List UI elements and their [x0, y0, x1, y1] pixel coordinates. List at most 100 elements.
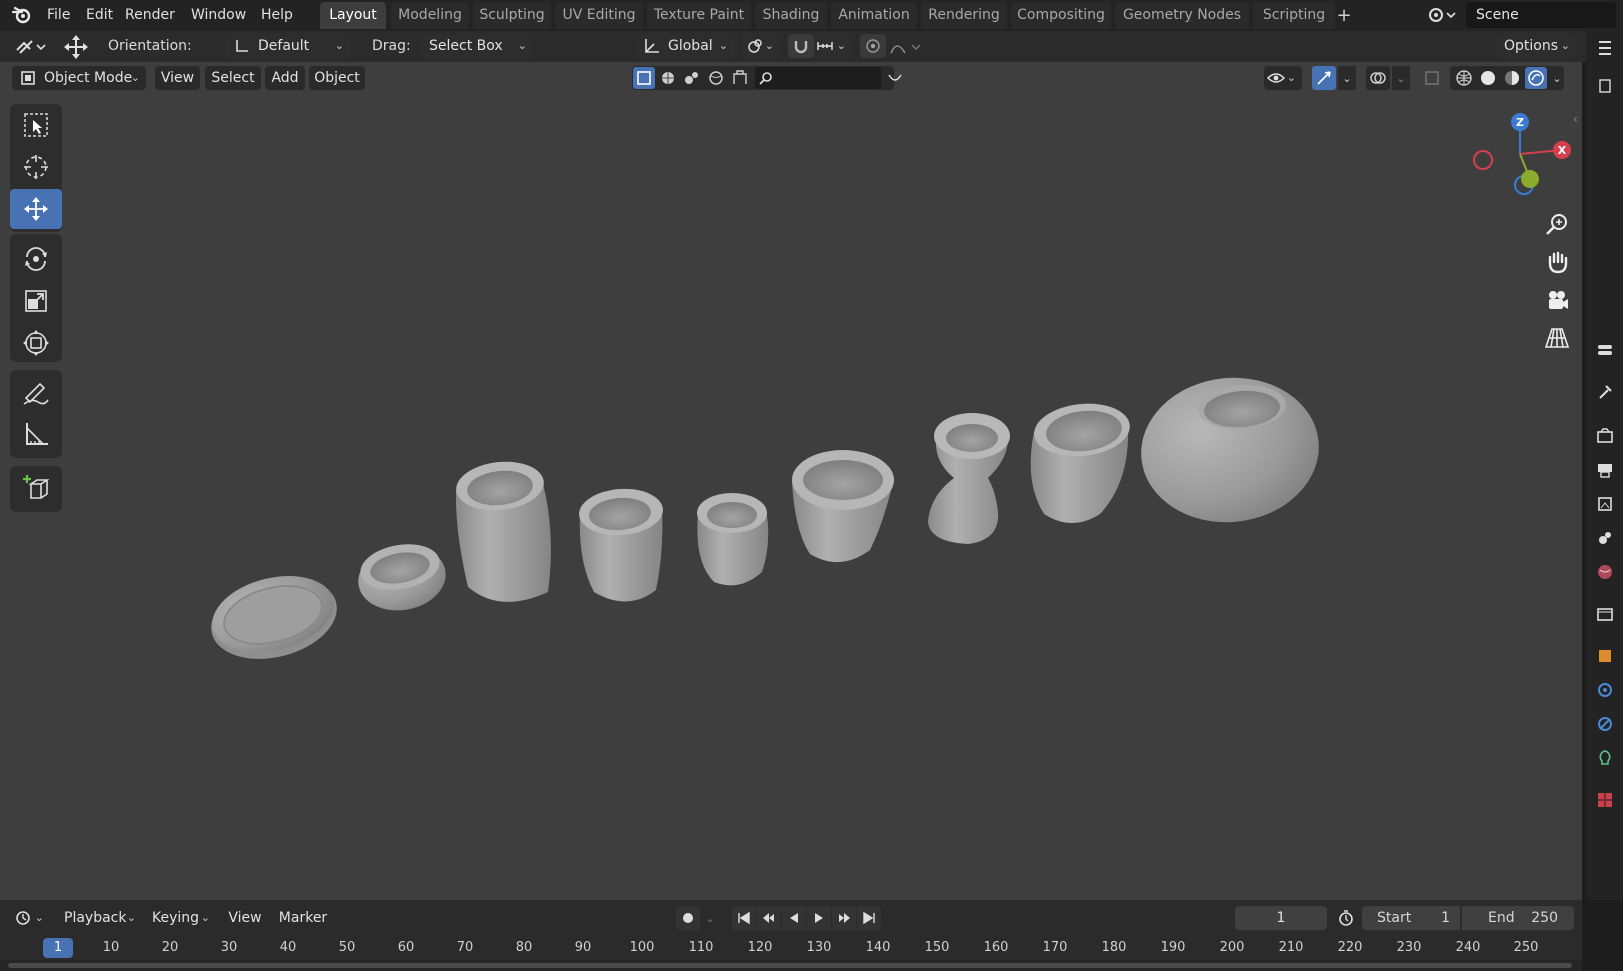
frame-tick: 30 — [220, 940, 238, 955]
menu-file[interactable]: File — [42, 4, 75, 26]
timeline-view-menu[interactable]: View — [222, 906, 268, 930]
record-button[interactable] — [676, 906, 700, 930]
snap-target-dropdown[interactable]: ⌄ — [814, 34, 852, 58]
tall-cup-object[interactable] — [454, 458, 551, 602]
playback-menu[interactable]: Playback ⌄ — [56, 906, 142, 930]
object-data-tab-icon[interactable] — [1591, 744, 1619, 772]
scene-tab-icon[interactable] — [1591, 524, 1619, 552]
small-cup-object[interactable] — [697, 493, 769, 586]
tab-layout[interactable]: Layout — [320, 2, 386, 29]
playback-label: Playback — [64, 910, 127, 926]
proportional-editing-toggle[interactable] — [860, 34, 886, 58]
outliner-icon[interactable] — [1591, 34, 1619, 62]
keying-menu[interactable]: Keying ⌄ — [144, 906, 216, 930]
tool-tab-icon[interactable] — [1591, 378, 1619, 406]
tab-animation[interactable]: Animation — [831, 2, 917, 29]
plate-object[interactable] — [202, 564, 345, 671]
jump-start-button[interactable] — [732, 906, 756, 930]
scene-name-field[interactable]: Scene — [1466, 2, 1616, 28]
clock-icon — [14, 909, 32, 927]
outliner-collapse-icon[interactable] — [1591, 72, 1619, 100]
tool-settings-tab-icon[interactable] — [1591, 336, 1619, 364]
frame-tick: 190 — [1160, 940, 1186, 955]
prev-keyframe-button[interactable] — [757, 906, 781, 930]
axes-icon — [232, 36, 252, 56]
frame-tick: 10 — [102, 940, 120, 955]
tab-compositing[interactable]: Compositing — [1011, 2, 1111, 29]
chevron-down-icon: ⌄ — [705, 911, 715, 925]
add-workspace-button[interactable]: + — [1334, 2, 1354, 29]
tab-texture-paint[interactable]: Texture Paint — [647, 2, 751, 29]
tab-scripting[interactable]: Scripting — [1253, 2, 1335, 29]
render-tab-icon[interactable] — [1591, 422, 1619, 450]
blender-logo-icon[interactable] — [10, 4, 34, 26]
vase-object[interactable] — [928, 413, 1010, 544]
tab-uv-editing[interactable]: UV Editing — [555, 2, 643, 29]
start-label: Start — [1377, 910, 1412, 926]
frame-tick: 40 — [279, 940, 297, 955]
end-value[interactable]: 250 — [1531, 906, 1558, 930]
chevron-down-icon: ⌄ — [764, 39, 774, 52]
cup-object[interactable] — [577, 486, 664, 602]
output-tab-icon[interactable] — [1591, 456, 1619, 484]
timeline-editor-type-dropdown[interactable]: ⌄ — [12, 906, 50, 930]
collection-tab-icon[interactable] — [1591, 600, 1619, 628]
current-frame-field[interactable]: 1 — [1235, 906, 1327, 930]
drag-label: Drag: — [372, 38, 411, 54]
end-frame-field[interactable]: End 250 — [1462, 906, 1574, 930]
chevron-down-icon: ⌄ — [517, 39, 527, 52]
tab-shading[interactable]: Shading — [755, 2, 827, 29]
tool-settings-bar: Orientation: Default ⌄ Drag: Select Box … — [0, 31, 1623, 62]
snap-increment-icon — [816, 37, 834, 55]
frame-tick: 140 — [865, 940, 891, 955]
auto-keying-dropdown[interactable]: ⌄ — [700, 906, 720, 930]
tab-geometry-nodes[interactable]: Geometry Nodes — [1115, 2, 1249, 29]
texture-tab-icon[interactable] — [1591, 786, 1619, 814]
play-reverse-button[interactable] — [782, 906, 806, 930]
menu-help[interactable]: Help — [256, 4, 298, 26]
frame-tick: 230 — [1396, 940, 1422, 955]
frame-tick: 150 — [924, 940, 950, 955]
stopwatch-icon[interactable] — [1334, 906, 1358, 930]
blender-window: File Edit Render Window Help Layout Mode… — [0, 0, 1623, 971]
view-layer-tab-icon[interactable] — [1591, 490, 1619, 518]
menu-window[interactable]: Window — [186, 4, 251, 26]
next-keyframe-button[interactable] — [832, 906, 856, 930]
options-dropdown[interactable]: Options ⌄ — [1496, 34, 1576, 58]
timeline-scrollbar[interactable] — [0, 960, 1582, 971]
menu-edit[interactable]: Edit — [81, 4, 118, 26]
object-tab-icon[interactable] — [1591, 642, 1619, 670]
jump-end-button[interactable] — [857, 906, 881, 930]
pivot-point-dropdown[interactable]: ⌄ — [742, 34, 780, 58]
transform-orientation-dropdown[interactable]: Global ⌄ — [636, 34, 734, 58]
frame-tick: 20 — [161, 940, 179, 955]
pivot-icon — [746, 37, 764, 55]
chevron-down-icon: ⌄ — [34, 911, 44, 924]
drag-dropdown[interactable]: Select Box ⌄ — [421, 34, 533, 58]
play-button[interactable] — [807, 906, 831, 930]
tab-modeling[interactable]: Modeling — [391, 2, 469, 29]
frame-tick: 160 — [983, 940, 1009, 955]
physics-tab-icon[interactable] — [1591, 710, 1619, 738]
tab-rendering[interactable]: Rendering — [921, 2, 1007, 29]
menu-render[interactable]: Render — [120, 4, 180, 26]
tab-sculpting[interactable]: Sculpting — [473, 2, 551, 29]
snap-toggle[interactable] — [788, 34, 814, 58]
falloff-curve-icon[interactable] — [888, 37, 924, 57]
chevron-down-icon: ⌄ — [200, 911, 210, 924]
orientation-dropdown[interactable]: Default ⌄ — [226, 34, 350, 58]
egg-vase-object[interactable] — [1030, 399, 1133, 523]
frame-tick: 1 — [53, 940, 63, 955]
modifiers-tab-icon[interactable] — [1591, 676, 1619, 704]
round-pot-object[interactable] — [1134, 369, 1326, 531]
world-tab-icon[interactable] — [1591, 558, 1619, 586]
start-frame-field[interactable]: Start 1 — [1362, 906, 1460, 930]
move-tool-icon — [60, 33, 92, 61]
flared-bowl-object[interactable] — [792, 450, 894, 563]
scrollbar-thumb[interactable] — [8, 963, 1572, 968]
marker-menu[interactable]: Marker — [272, 906, 334, 930]
scene-selector-icon[interactable] — [1424, 4, 1460, 26]
shallow-bowl-object[interactable] — [353, 538, 451, 617]
editor-type-icon[interactable] — [12, 35, 48, 59]
frame-tick: 200 — [1219, 940, 1245, 955]
